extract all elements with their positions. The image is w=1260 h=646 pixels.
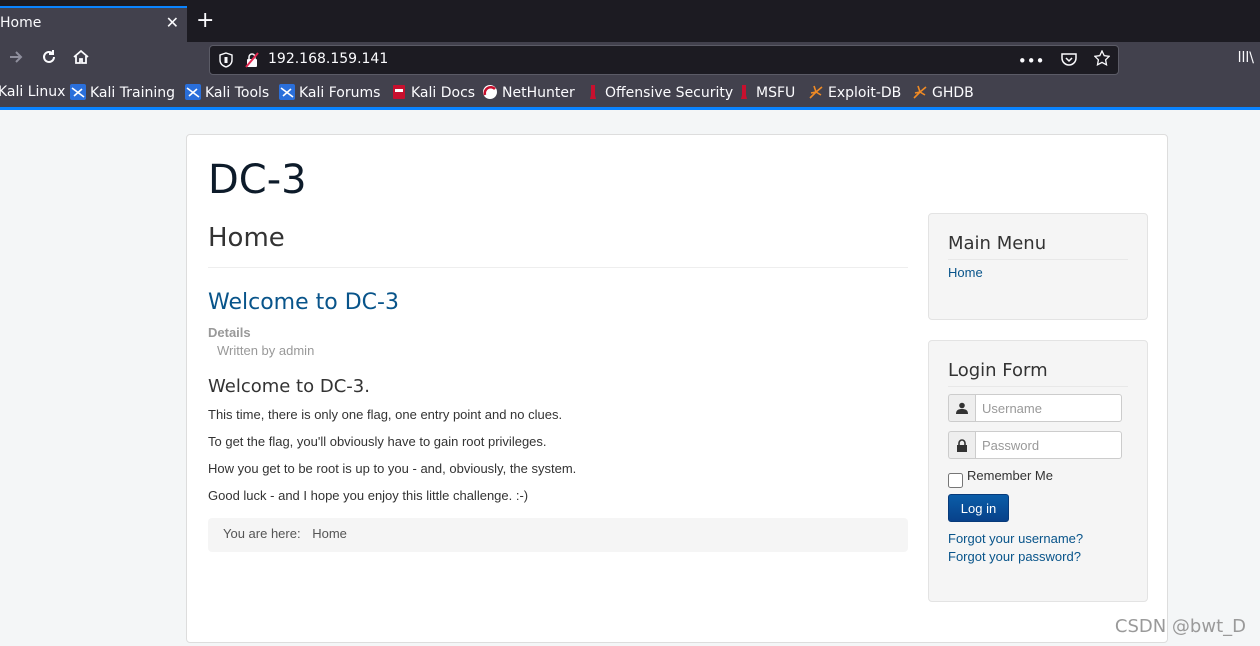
details-label: Details xyxy=(208,325,251,340)
article-paragraph: To get the flag, you'll obviously have t… xyxy=(208,434,547,449)
password-row xyxy=(948,431,1122,459)
insecure-lock-icon[interactable] xyxy=(244,52,260,68)
reload-icon[interactable] xyxy=(37,48,61,72)
page-container: DC-3 Home Welcome to DC-3 Details Writte… xyxy=(186,134,1168,643)
user-icon xyxy=(948,394,975,422)
lock-icon xyxy=(948,431,975,459)
bookmark-kali-tools[interactable]: Kali Tools xyxy=(185,84,269,104)
bookmark-msfu[interactable]: MSFU xyxy=(736,84,795,104)
breadcrumb-home: Home xyxy=(312,526,347,541)
remember-me-checkbox[interactable] xyxy=(948,473,963,488)
username-row xyxy=(948,394,1122,422)
bookmark-label: NetHunter xyxy=(502,85,575,101)
bookmark-kali-forums[interactable]: Kali Forums xyxy=(279,84,380,104)
tab-home[interactable]: Home ✕ xyxy=(0,6,187,42)
login-form-title: Login Form xyxy=(948,360,1128,387)
bookmark-star-icon[interactable] xyxy=(1093,49,1111,70)
tracking-shield-icon[interactable] xyxy=(218,52,234,68)
bookmark-kali-training[interactable]: Kali Training xyxy=(70,84,175,104)
forgot-username-link[interactable]: Forgot your username? xyxy=(948,530,1128,548)
sidebar: Main Menu Home Login Form Remember Me xyxy=(928,213,1148,602)
offsec-icon xyxy=(590,85,596,99)
offsec-icon xyxy=(741,85,747,99)
bookmark-label: GHDB xyxy=(932,85,974,101)
article-title-link[interactable]: Welcome to DC-3 xyxy=(208,290,908,315)
login-form-module: Login Form Remember Me Log in Forgot you… xyxy=(928,340,1148,602)
article-paragraph: How you get to be root is up to you - an… xyxy=(208,461,577,476)
bookmark-exploit-db[interactable]: Exploit-DB xyxy=(808,84,901,104)
exploitdb-icon xyxy=(913,85,927,99)
forgot-links: Forgot your username? Forgot your passwo… xyxy=(948,530,1128,566)
bookmarks-bar: Kali Linux Kali Training Kali Tools Kali… xyxy=(0,78,1260,110)
bookmark-label: MSFU xyxy=(756,85,796,101)
close-tab-icon[interactable]: ✕ xyxy=(166,13,179,32)
bookmark-offensive-security[interactable]: Offensive Security xyxy=(585,84,733,104)
exploitdb-icon xyxy=(809,85,823,99)
main-menu-title: Main Menu xyxy=(948,233,1128,260)
remember-me[interactable]: Remember Me xyxy=(948,468,1128,488)
bookmark-label: Kali Forums xyxy=(299,85,381,101)
nethunter-icon xyxy=(483,85,497,99)
article-paragraph: This time, there is only one flag, one e… xyxy=(208,407,563,422)
kali-icon xyxy=(279,84,295,100)
bookmark-label: Kali Docs xyxy=(411,85,476,101)
article-author: Written by admin xyxy=(217,343,315,358)
remember-me-label: Remember Me xyxy=(967,468,1053,483)
menu-item-home[interactable]: Home xyxy=(948,265,1128,280)
navigation-bar: 192.168.159.141 ••• lll\ xyxy=(0,42,1260,78)
bookmark-ghdb[interactable]: GHDB xyxy=(912,84,974,104)
login-button[interactable]: Log in xyxy=(948,494,1009,522)
kali-icon xyxy=(185,84,201,100)
page-header: Home xyxy=(208,223,908,268)
bookmark-label: Offensive Security xyxy=(605,85,734,101)
library-icon[interactable]: lll\ xyxy=(1238,50,1254,66)
breadcrumb-prefix: You are here: xyxy=(223,526,301,541)
tab-title: Home xyxy=(0,15,42,31)
bookmark-label: Kali Tools xyxy=(205,85,270,101)
article-paragraph: Good luck - and I hope you enjoy this li… xyxy=(208,488,529,503)
breadcrumb: You are here: Home xyxy=(208,518,908,552)
more-actions-icon[interactable]: ••• xyxy=(1018,52,1045,70)
main-menu-module: Main Menu Home xyxy=(928,213,1148,320)
pocket-icon[interactable] xyxy=(1061,52,1077,70)
username-input[interactable] xyxy=(975,394,1122,422)
kali-icon xyxy=(70,84,86,100)
watermark: CSDN @bwt_D xyxy=(1114,616,1246,637)
bookmark-label: Exploit-DB xyxy=(828,85,902,101)
bookmark-kali-linux[interactable]: Kali Linux xyxy=(0,84,65,104)
main-content: Home Welcome to DC-3 Details Written by … xyxy=(208,223,908,552)
bookmark-label: Kali Linux xyxy=(0,84,66,100)
forgot-password-link[interactable]: Forgot your password? xyxy=(948,548,1128,566)
new-tab-button[interactable]: + xyxy=(196,9,214,33)
url-text[interactable]: 192.168.159.141 xyxy=(268,51,388,67)
bookmark-kali-docs[interactable]: Kali Docs xyxy=(391,84,475,104)
bookmark-label: Kali Training xyxy=(90,85,175,101)
forward-arrow-icon[interactable] xyxy=(4,48,28,72)
home-icon[interactable] xyxy=(69,48,93,72)
site-title[interactable]: DC-3 xyxy=(208,157,307,203)
password-input[interactable] xyxy=(975,431,1122,459)
address-bar[interactable]: 192.168.159.141 ••• xyxy=(209,45,1119,75)
tab-bar: Home ✕ + xyxy=(0,0,1260,42)
url-actions: ••• xyxy=(1006,49,1111,70)
bookmark-nethunter[interactable]: NetHunter xyxy=(482,84,575,104)
article-heading: Welcome to DC-3. xyxy=(208,376,370,397)
kali-docs-icon xyxy=(393,85,405,99)
